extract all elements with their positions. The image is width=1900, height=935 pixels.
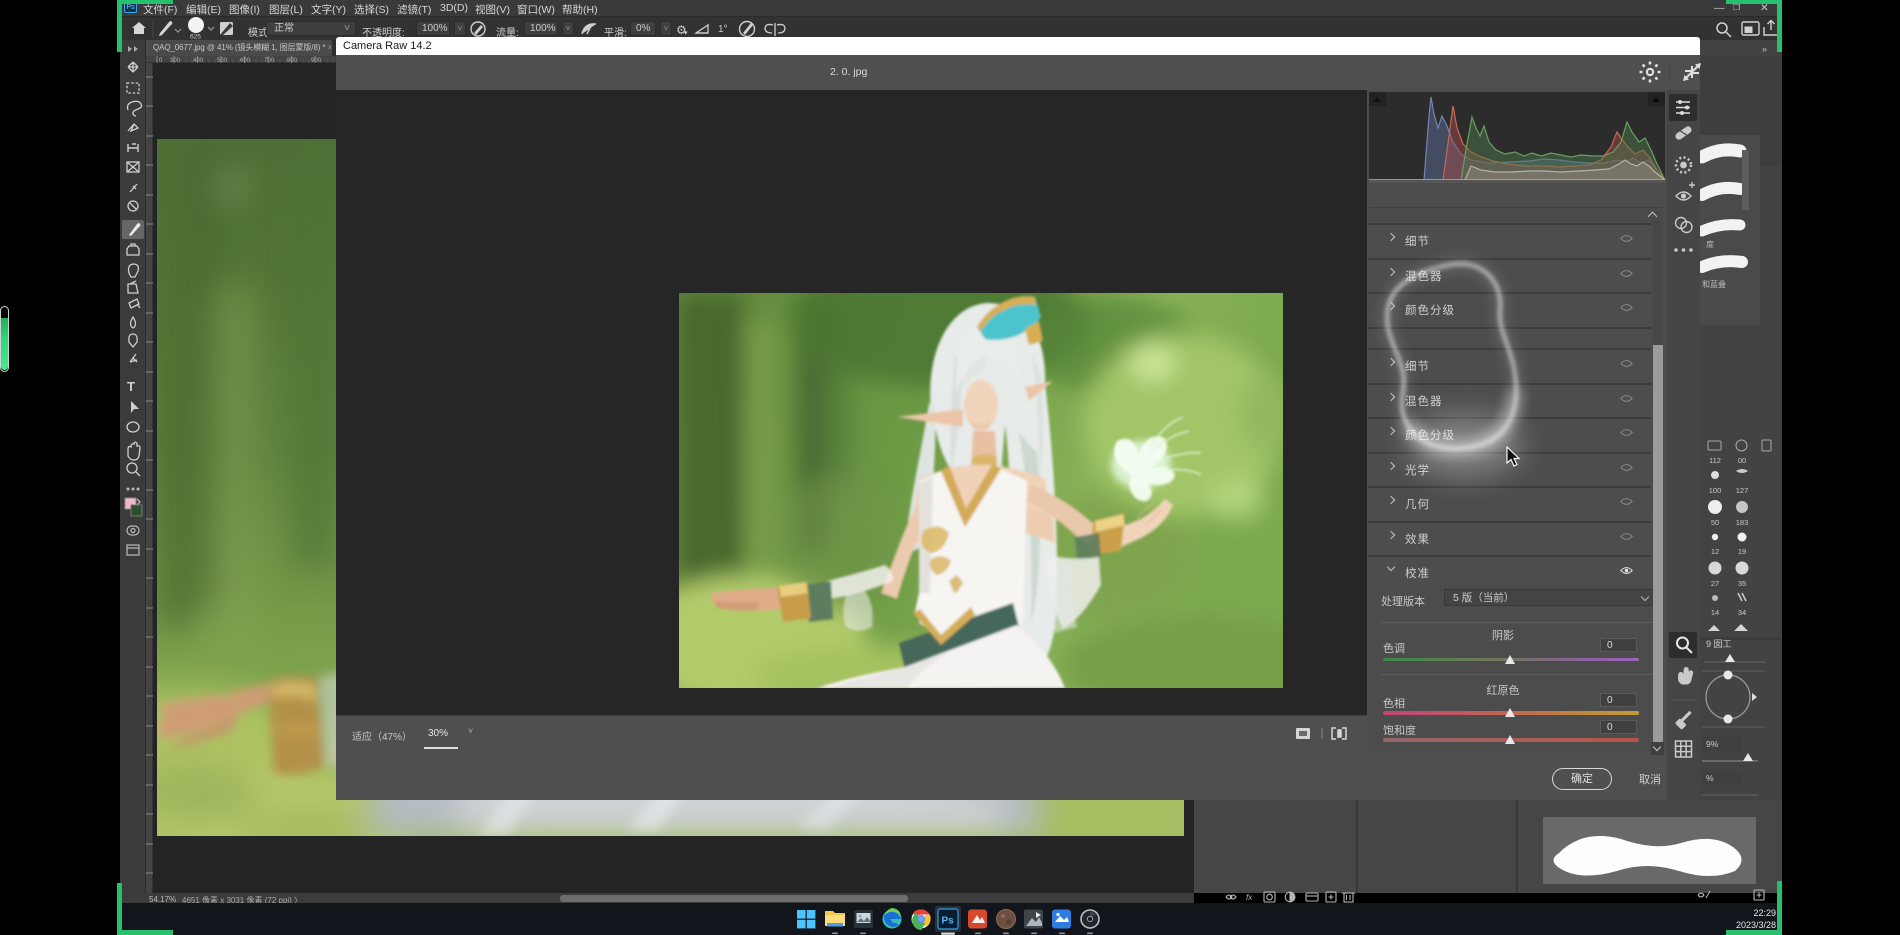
- svg-text:和蓝叠: 和蓝叠: [1702, 279, 1726, 289]
- svg-text:500: 500: [217, 58, 228, 63]
- svg-text:800: 800: [287, 58, 298, 63]
- svg-text:127: 127: [1736, 486, 1749, 495]
- svg-text:400: 400: [193, 58, 204, 63]
- svg-text:700: 700: [264, 58, 275, 63]
- svg-text:19: 19: [1738, 547, 1746, 556]
- svg-text:900: 900: [311, 58, 322, 63]
- svg-text:0: 0: [159, 58, 163, 63]
- svg-text:50: 50: [1711, 518, 1719, 527]
- svg-text:600: 600: [240, 58, 251, 63]
- svg-text:Ps: Ps: [942, 916, 955, 927]
- svg-text:112: 112: [1709, 456, 1721, 465]
- svg-text:12: 12: [1711, 547, 1719, 556]
- svg-text:183: 183: [1736, 518, 1749, 527]
- svg-text:9 囡工: 9 囡工: [1706, 639, 1732, 649]
- svg-text:度: 度: [1706, 239, 1714, 249]
- svg-text:100: 100: [1709, 486, 1722, 495]
- svg-text:fx: fx: [1246, 893, 1253, 902]
- svg-text:34: 34: [1738, 608, 1746, 617]
- svg-text:00: 00: [1738, 456, 1746, 465]
- svg-text:14: 14: [1711, 608, 1719, 617]
- svg-text:T: T: [127, 379, 135, 394]
- svg-text:27: 27: [1711, 579, 1719, 588]
- svg-text:300: 300: [170, 58, 181, 63]
- svg-text:%: %: [1706, 773, 1714, 783]
- svg-text:9%: 9%: [1706, 739, 1719, 749]
- svg-text:35: 35: [1738, 579, 1746, 588]
